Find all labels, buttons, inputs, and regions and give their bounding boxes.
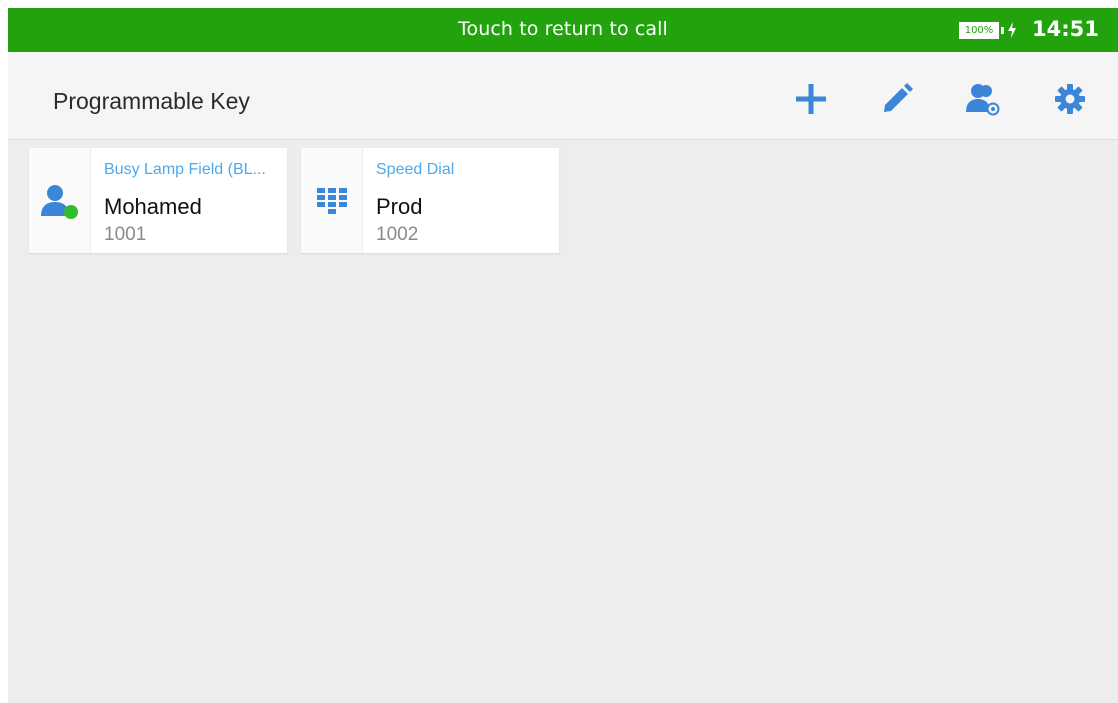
call-return-bar[interactable]: Touch to return to call 100% 14:51 — [8, 8, 1118, 52]
settings-icon — [1055, 84, 1085, 114]
screen: Touch to return to call 100% 14:51 Progr… — [8, 8, 1118, 703]
add-icon — [796, 84, 826, 114]
card-icon-column — [29, 148, 91, 253]
edit-button[interactable] — [877, 79, 917, 119]
clock: 14:51 — [1032, 17, 1099, 41]
key-number: 1001 — [104, 224, 147, 245]
key-card-speed-dial[interactable]: Speed Dial Prod 1002 — [301, 148, 559, 253]
contact-icon — [41, 185, 78, 219]
edit-icon — [884, 83, 913, 112]
key-type-label: Busy Lamp Field (BL... — [104, 161, 266, 178]
battery-icon: 100% — [959, 22, 999, 39]
battery-tip — [1001, 27, 1004, 34]
page-title: Programmable Key — [53, 88, 250, 114]
charging-icon — [1008, 22, 1016, 38]
return-to-call-text[interactable]: Touch to return to call — [8, 18, 1118, 40]
dialpad-icon — [317, 188, 347, 214]
key-number: 1002 — [376, 224, 419, 245]
app-bar: Programmable Key — [8, 52, 1118, 140]
settings-button[interactable] — [1050, 79, 1090, 119]
key-card-blf[interactable]: Busy Lamp Field (BL... Mohamed 1001 — [29, 148, 287, 253]
key-name: Mohamed — [104, 194, 202, 219]
key-name: Prod — [376, 194, 423, 219]
key-type-label: Speed Dial — [376, 161, 455, 178]
contact-view-icon — [966, 84, 1000, 116]
add-button[interactable] — [791, 79, 831, 119]
battery-level: 100% — [964, 25, 994, 36]
card-icon-column — [301, 148, 363, 253]
contacts-view-button[interactable] — [964, 79, 1004, 119]
